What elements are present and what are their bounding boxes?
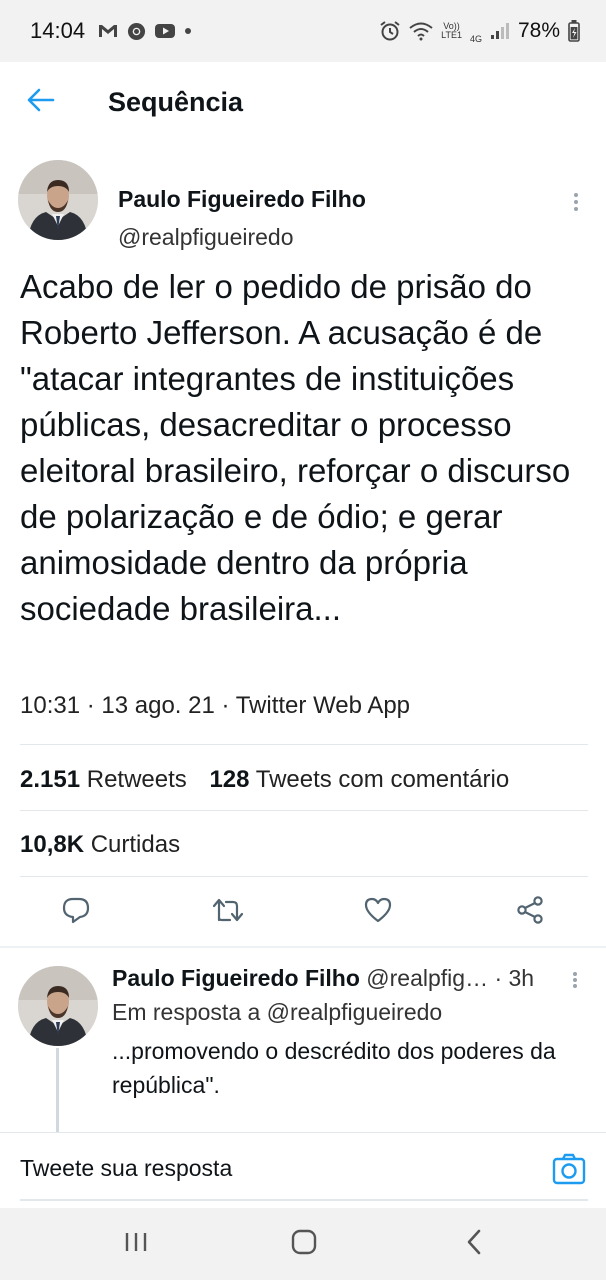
- avatar[interactable]: [18, 966, 98, 1046]
- arrow-left-icon: [27, 88, 55, 117]
- share-button[interactable]: [508, 890, 552, 934]
- nav-back-button[interactable]: [454, 1228, 494, 1260]
- dot-icon: [184, 27, 192, 35]
- like-icon: [363, 896, 393, 929]
- divider: [20, 810, 588, 811]
- back-icon: [466, 1229, 482, 1260]
- status-time: 14:04: [30, 18, 86, 43]
- reply-text: ...promovendo o descrédito dos poderes d…: [112, 1038, 556, 1098]
- status-bar: 14:04 Vo)) LTE1 4G 78%: [0, 0, 606, 62]
- page-title: Sequência: [108, 86, 244, 117]
- battery-percent: 78%: [517, 19, 560, 42]
- battery-icon: [568, 20, 580, 42]
- header-bar: Sequência: [0, 62, 606, 142]
- thread-line: [56, 1048, 59, 1132]
- back-button[interactable]: [0, 62, 82, 142]
- tweet-author: Paulo Figueiredo Filho @realpfigueiredo: [18, 160, 588, 250]
- reply-tweet[interactable]: Paulo Figueiredo Filho @realpfig… · 3h E…: [0, 948, 606, 1132]
- home-button[interactable]: [284, 1228, 324, 1260]
- retweet-button[interactable]: [206, 890, 250, 934]
- retweet-stats[interactable]: 2.151 Retweets 128 Tweets com comentário: [20, 766, 509, 794]
- tweet-text: Acabo de ler o pedido de prisão do Rober…: [20, 268, 571, 627]
- divider: [20, 876, 588, 877]
- reply-header: Paulo Figueiredo Filho @realpfig… · 3h: [112, 962, 572, 994]
- reply-input[interactable]: Tweete sua resposta: [20, 1155, 232, 1182]
- youtube-icon: [154, 23, 176, 39]
- more-options-icon[interactable]: [568, 190, 584, 216]
- reply-author-name[interactable]: Paulo Figueiredo Filho: [112, 965, 360, 991]
- retweet-icon: [211, 896, 245, 929]
- network-label: Vo)) LTE1: [441, 22, 462, 40]
- status-left: 14:04: [30, 18, 192, 44]
- share-icon: [515, 895, 545, 929]
- reply-button[interactable]: [54, 890, 98, 934]
- status-right: Vo)) LTE1 4G 78%: [379, 19, 580, 44]
- recent-apps-button[interactable]: [116, 1228, 156, 1260]
- reply-author-handle[interactable]: @realpfig…: [366, 965, 488, 991]
- compose-underline: [20, 1199, 588, 1201]
- alarm-icon: [379, 20, 401, 42]
- divider: [20, 744, 588, 745]
- home-icon: [291, 1229, 317, 1260]
- quotes-label: Tweets com comentário: [255, 766, 510, 793]
- camera-icon: [552, 1153, 586, 1191]
- tweet-actions: [0, 890, 606, 934]
- more-options-icon[interactable]: [570, 970, 580, 994]
- avatar[interactable]: [18, 160, 98, 240]
- compose-bar: Tweete sua resposta: [0, 1132, 606, 1208]
- wifi-icon: [409, 21, 433, 41]
- retweets-count: 2.151: [20, 766, 81, 793]
- author-handle[interactable]: @realpfigueiredo: [118, 222, 294, 252]
- tweet-meta: 10:31 · 13 ago. 21 · Twitter Web App: [20, 692, 411, 719]
- reply-to-text: Em resposta a @realpfigueiredo: [112, 999, 443, 1025]
- gmail-icon: [97, 23, 119, 39]
- likes-stats[interactable]: 10,8K Curtidas: [20, 831, 180, 859]
- quotes-count: 128: [209, 766, 250, 793]
- chrome-icon: [127, 22, 146, 41]
- camera-button[interactable]: [552, 1153, 586, 1187]
- signal-icon: [490, 22, 510, 40]
- system-nav-bar: [0, 1208, 606, 1280]
- recent-apps-icon: [124, 1231, 148, 1258]
- author-name[interactable]: Paulo Figueiredo Filho: [118, 184, 366, 214]
- reply-icon: [61, 896, 91, 929]
- likes-count: 10,8K: [20, 831, 85, 858]
- retweets-label: Retweets: [86, 766, 187, 793]
- reply-time: · 3h: [494, 965, 535, 991]
- network-label-bottom: LTE1: [441, 30, 462, 40]
- likes-label: Curtidas: [90, 831, 181, 858]
- network-type: 4G: [469, 33, 482, 44]
- like-button[interactable]: [356, 890, 400, 934]
